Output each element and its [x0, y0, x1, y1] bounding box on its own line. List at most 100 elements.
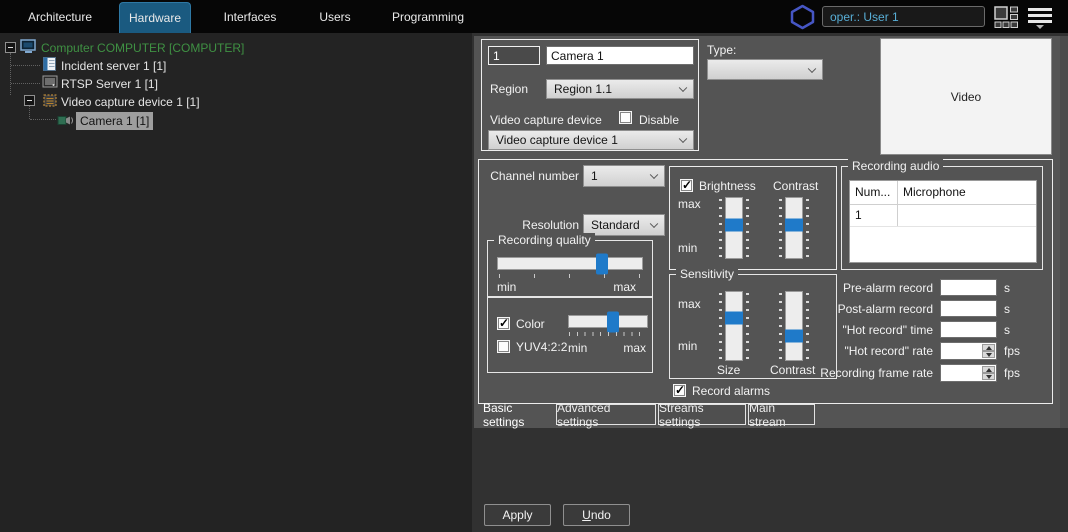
apply-button[interactable]: Apply	[484, 504, 551, 526]
tab-hardware-label: Hardware	[129, 11, 181, 25]
tab-architecture[interactable]: Architecture	[10, 0, 110, 33]
spinner-up-button[interactable]	[982, 344, 995, 351]
table-row[interactable]: 1	[850, 205, 1036, 227]
min-label: min	[497, 280, 516, 295]
column-microphone: Microphone	[898, 181, 971, 204]
hot-record-rate-field[interactable]	[940, 342, 997, 360]
table-header: Num... Microphone	[850, 181, 1036, 205]
tab-advanced-settings[interactable]: Advanced settings	[556, 404, 656, 425]
brightness-slider[interactable]	[720, 197, 748, 259]
hot-record-time-label: "Hot record" time	[669, 323, 933, 338]
undo-button-label: U	[582, 508, 591, 522]
spinner-down-button[interactable]	[982, 373, 995, 380]
tab-streams-settings[interactable]: Streams settings	[658, 404, 746, 425]
rtsp-server-icon	[42, 75, 58, 89]
hot-record-rate-label: "Hot record" rate	[669, 344, 933, 359]
tab-streams-settings-label: Streams settings	[659, 401, 745, 429]
hamburger-menu-icon[interactable]	[1028, 8, 1052, 29]
operator-user-field[interactable]	[822, 6, 985, 27]
top-menu-bar: Architecture Hardware Interfaces Users P…	[0, 0, 1068, 33]
brightness-slider-thumb[interactable]	[725, 219, 743, 232]
video-preview-label: Video	[951, 90, 981, 104]
tab-main-stream[interactable]: Main stream	[748, 404, 815, 425]
contrast-slider[interactable]	[780, 197, 808, 259]
chevron-down-icon	[679, 84, 687, 92]
tree-item-video-capture-device[interactable]: Video capture device 1 [1]	[61, 94, 200, 110]
record-alarms-label: Record alarms	[692, 384, 770, 399]
recording-audio-title: Recording audio	[848, 159, 943, 173]
yuv-checkbox[interactable]	[497, 340, 510, 353]
tab-basic-settings[interactable]: Basic settings	[483, 404, 555, 425]
tree-collapse-toggle-computer[interactable]	[5, 42, 16, 53]
camera-settings-form: Region Region 1.1 Video capture device D…	[474, 36, 1068, 428]
video-preview: Video	[880, 38, 1052, 155]
tree-item-camera[interactable]: Camera 1 [1]	[76, 112, 153, 130]
chevron-down-icon	[650, 220, 658, 228]
max-label: max	[613, 280, 636, 295]
tree-connector	[10, 53, 11, 95]
column-num: Num...	[850, 181, 898, 204]
layout-grid-icon[interactable]	[994, 6, 1019, 28]
region-label: Region	[490, 82, 528, 97]
camera-id-field[interactable]	[488, 46, 540, 65]
disable-checkbox[interactable]	[619, 111, 632, 124]
tab-advanced-settings-label: Advanced settings	[557, 401, 655, 429]
tab-architecture-label: Architecture	[28, 10, 92, 24]
tree-item-computer[interactable]: Computer COMPUTER [COMPUTER]	[41, 40, 244, 56]
hot-record-rate-unit: fps	[1004, 344, 1020, 359]
recording-frame-rate-field[interactable]	[940, 364, 997, 382]
scrollbar-track[interactable]	[1060, 36, 1068, 428]
slider-ticks	[779, 199, 782, 257]
recording-frame-rate-unit: fps	[1004, 366, 1020, 381]
tree-item-rtsp-server[interactable]: RTSP Server 1 [1]	[61, 76, 158, 92]
tab-interfaces[interactable]: Interfaces	[205, 0, 295, 33]
contrast-slider-thumb[interactable]	[785, 219, 803, 232]
tab-hardware[interactable]: Hardware	[119, 2, 191, 33]
recording-audio-table[interactable]: Num... Microphone 1	[849, 180, 1037, 263]
undo-button[interactable]: Undo	[563, 504, 630, 526]
brightness-checkbox[interactable]	[680, 179, 693, 192]
chevron-down-icon	[1036, 25, 1044, 29]
spinner-up-button[interactable]	[982, 366, 995, 373]
incident-server-icon	[42, 57, 57, 72]
basic-settings-box: Channel number 1 Resolution Standard Rec…	[478, 159, 1053, 404]
post-alarm-record-unit: s	[1004, 302, 1010, 317]
tab-programming[interactable]: Programming	[378, 0, 478, 33]
min-label: min	[568, 341, 587, 356]
chevron-down-icon	[679, 135, 687, 143]
tree-item-incident-server[interactable]: Incident server 1 [1]	[61, 58, 166, 74]
tab-users-label: Users	[319, 10, 350, 24]
spinner-down-button[interactable]	[982, 351, 995, 358]
recording-quality-slider-thumb[interactable]	[596, 253, 608, 274]
channel-number-select[interactable]: 1	[583, 165, 665, 187]
color-checkbox[interactable]	[497, 317, 510, 330]
region-select-value: Region 1.1	[554, 82, 612, 96]
camera-name-field[interactable]	[546, 46, 694, 65]
record-alarms-checkbox[interactable]	[673, 384, 686, 397]
post-alarm-record-field[interactable]	[940, 300, 997, 317]
color-slider[interactable]	[568, 315, 648, 328]
cell-microphone	[898, 205, 908, 226]
hot-record-time-field[interactable]	[940, 321, 997, 338]
video-capture-device-select[interactable]: Video capture device 1	[488, 130, 694, 150]
camera-identity-group: Region Region 1.1 Video capture device D…	[481, 39, 699, 151]
video-capture-device-select-value: Video capture device 1	[496, 133, 618, 147]
hardware-tree-panel: Computer COMPUTER [COMPUTER] Incident se…	[0, 33, 472, 532]
resolution-select[interactable]: Standard	[583, 214, 665, 236]
recording-quality-slider[interactable]	[497, 257, 643, 270]
brightness-contrast-group: Brightness Contrast max min	[669, 166, 837, 270]
settings-panel: Region Region 1.1 Video capture device D…	[472, 33, 1068, 532]
pre-alarm-record-field[interactable]	[940, 279, 997, 296]
tab-programming-label: Programming	[392, 10, 464, 24]
region-select[interactable]: Region 1.1	[546, 79, 694, 99]
brightness-label: Brightness	[699, 179, 756, 194]
apply-button-label: Apply	[502, 508, 532, 522]
tab-users[interactable]: Users	[298, 0, 372, 33]
color-settings-group: Color YUV4:2:2 min max	[487, 297, 653, 373]
channel-number-label: Channel number	[489, 169, 579, 184]
type-select[interactable]	[707, 59, 823, 80]
tree-collapse-toggle-video-capture-device[interactable]	[24, 95, 35, 106]
color-slider-thumb[interactable]	[607, 311, 619, 332]
slider-ticks	[569, 332, 647, 336]
recording-audio-group: Recording audio Num... Microphone 1	[841, 166, 1043, 270]
